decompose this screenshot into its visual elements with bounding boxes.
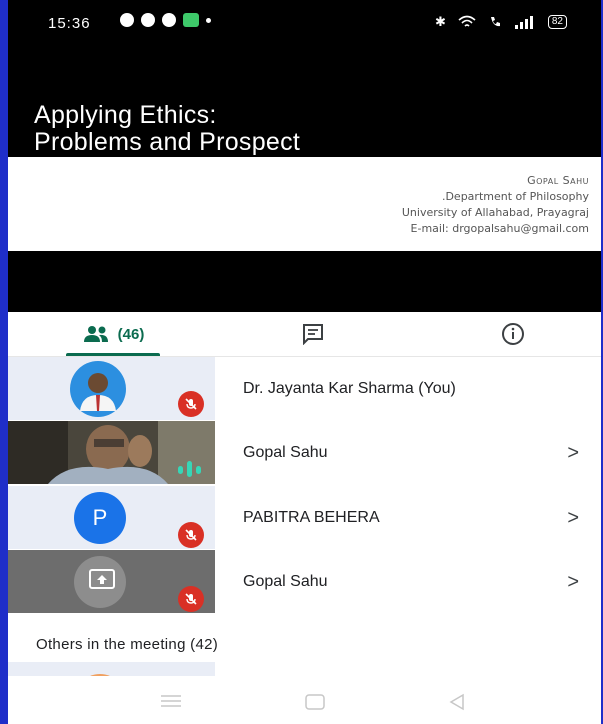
notification-icons	[120, 13, 211, 27]
info-icon	[502, 323, 524, 345]
back-icon[interactable]	[448, 693, 466, 711]
system-icons: ✱ 82	[435, 14, 567, 30]
notification-icon	[141, 13, 155, 27]
mic-off-icon	[178, 586, 204, 612]
participant-avatar: P	[74, 492, 126, 544]
video-area-top: 15:36 ✱ 82 Applying Ethics: Problems and…	[8, 0, 601, 157]
participant-tile	[8, 550, 215, 613]
participant-row[interactable]: Gopal Sahu >	[8, 421, 601, 485]
people-count: (46)	[117, 325, 145, 343]
system-navigation-bar	[8, 676, 601, 724]
participant-name: Gopal Sahu	[243, 573, 328, 590]
call-icon	[490, 17, 500, 27]
slide-title-line: Applying Ethics:	[34, 101, 217, 129]
chevron-right-icon[interactable]: >	[567, 550, 579, 614]
chevron-right-icon[interactable]: >	[567, 486, 579, 550]
audio-level-icon	[178, 461, 201, 477]
tab-info[interactable]	[478, 312, 548, 356]
author-name: Gopal Sahu	[527, 174, 589, 187]
chat-icon	[303, 324, 323, 345]
tab-chat[interactable]	[278, 312, 348, 356]
slide-author-block: Gopal Sahu .Department of Philosophy Uni…	[402, 173, 589, 237]
slide-title: Applying Ethics: Problems and Prospect	[34, 102, 300, 156]
home-icon[interactable]	[305, 694, 325, 710]
mic-off-icon	[178, 391, 204, 417]
active-tab-indicator	[66, 353, 160, 356]
more-notifications-icon	[206, 17, 211, 23]
notification-icon	[162, 13, 176, 27]
notification-icon	[120, 13, 134, 27]
video-area-bottom	[8, 251, 601, 312]
slide-title-line: Problems and Prospect	[34, 128, 301, 156]
author-department: .Department of Philosophy	[441, 190, 589, 203]
status-time: 15:36	[48, 15, 91, 32]
participant-row[interactable]: Dr. Jayanta Kar Sharma (You)	[8, 357, 601, 421]
tab-people[interactable]: (46)	[48, 312, 178, 356]
author-email: E-mail: drgopalsahu@gmail.com	[410, 222, 589, 235]
people-icon	[83, 326, 108, 342]
tab-bar: (46)	[8, 312, 601, 357]
others-section-label: Others in the meeting (42)	[36, 636, 219, 653]
chevron-right-icon[interactable]: >	[567, 421, 579, 485]
bluetooth-icon: ✱	[434, 14, 446, 29]
meet-app-icon	[183, 13, 199, 27]
author-university: University of Allahabad, Prayagraj	[401, 206, 589, 219]
phone-frame: 15:36 ✱ 82 Applying Ethics: Problems and…	[0, 0, 603, 724]
menu-icon[interactable]	[160, 694, 182, 708]
wifi-icon	[458, 15, 476, 27]
present-screen-icon	[89, 569, 115, 589]
status-bar: 15:36 ✱ 82	[8, 0, 601, 42]
participant-tile	[8, 357, 215, 420]
battery-indicator: 82	[547, 15, 567, 29]
mic-off-icon	[178, 522, 204, 548]
participant-row[interactable]: Gopal Sahu >	[8, 550, 601, 614]
participant-name: PABITRA BEHERA	[243, 509, 380, 526]
participant-row[interactable]: P PABITRA BEHERA >	[8, 486, 601, 550]
participant-name: Gopal Sahu	[243, 444, 328, 461]
participant-name: Dr. Jayanta Kar Sharma (You)	[243, 380, 456, 397]
signal-icon	[514, 16, 533, 29]
participant-tile: P	[8, 486, 215, 549]
participant-video-tile	[8, 421, 215, 484]
participant-avatar	[70, 361, 126, 417]
